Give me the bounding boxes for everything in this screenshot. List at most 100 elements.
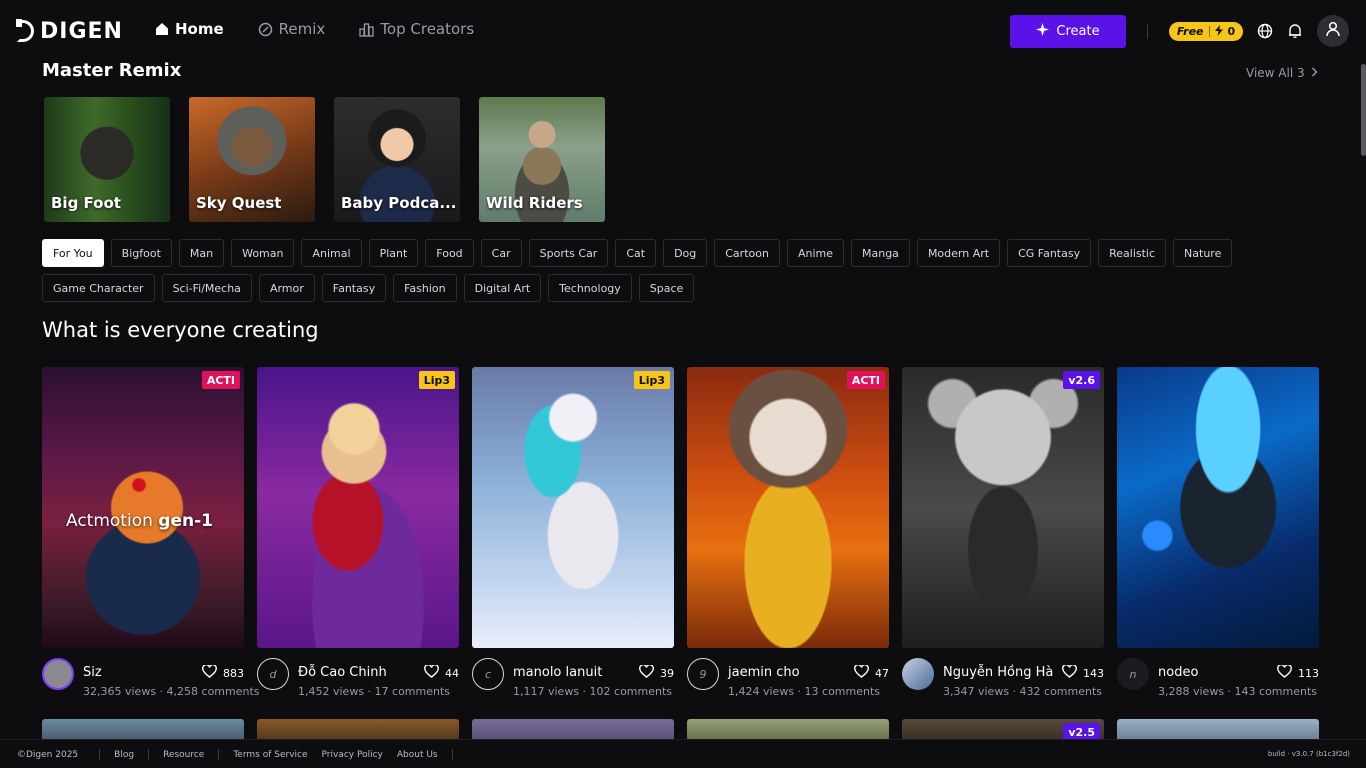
like-count: 143 [1083, 666, 1104, 680]
creator-name[interactable]: Nguyễn Hồng Hà [943, 665, 1053, 680]
chip-fashion[interactable]: Fashion [393, 274, 457, 302]
chip-animal[interactable]: Animal [301, 239, 362, 267]
chip-armor[interactable]: Armor [258, 274, 315, 302]
feed-card-thumbnail[interactable]: v2.6 [902, 367, 1104, 648]
chip-man[interactable]: Man [178, 239, 225, 267]
nav-remix[interactable]: Remix [258, 20, 325, 38]
card-stats: 1,117 views · 102 comments [513, 685, 673, 698]
chip-fantasy[interactable]: Fantasy [321, 274, 387, 302]
creator-name[interactable]: jaemin cho [728, 665, 800, 680]
user-avatar-button[interactable] [1317, 15, 1349, 47]
like-count: 883 [223, 666, 244, 680]
nav-home[interactable]: Home [154, 20, 224, 38]
chip-sci-fi-mecha[interactable]: Sci-Fi/Mecha [161, 274, 252, 302]
feed-card-thumbnail[interactable] [1117, 367, 1319, 648]
digen-logo[interactable]: DIGEN [16, 19, 123, 44]
chip-cat[interactable]: Cat [615, 239, 657, 267]
user-icon [1325, 21, 1341, 41]
like-button[interactable]: 143 [1062, 664, 1104, 681]
chip-game-character[interactable]: Game Character [42, 274, 155, 302]
top-bar: DIGEN Home Remix Top Creators Create Fre… [0, 0, 1366, 62]
feed-card-thumbnail[interactable]: ACTI Actmotion gen-1 [42, 367, 244, 648]
remix-card-label: Big Foot [51, 194, 121, 212]
globe-icon[interactable] [1256, 22, 1274, 40]
chip-woman[interactable]: Woman [231, 239, 295, 267]
card-stats: 3,347 views · 432 comments [943, 685, 1103, 698]
chip-space[interactable]: Space [638, 274, 695, 302]
bell-icon[interactable] [1286, 22, 1304, 40]
scrollbar-thumb[interactable] [1361, 64, 1366, 156]
footer-link-terms[interactable]: Terms of Service [226, 750, 314, 760]
chip-for-you[interactable]: For You [42, 239, 104, 267]
chip-sports-car[interactable]: Sports Car [528, 239, 609, 267]
feed-card-meta: d Đỗ Cao Chinh 1,452 views · 17 comments… [257, 648, 459, 706]
like-button[interactable]: 39 [639, 664, 674, 681]
footer-link-resource[interactable]: Resource [156, 750, 211, 760]
chip-plant[interactable]: Plant [368, 239, 419, 267]
view-all-label: View All 3 [1246, 66, 1305, 80]
footer-link-about[interactable]: About Us [390, 750, 445, 760]
footer-divider [148, 749, 150, 760]
view-all-link[interactable]: View All 3 [1246, 66, 1318, 80]
feed-card-thumbnail[interactable]: ACTI [687, 367, 889, 648]
chip-manga[interactable]: Manga [851, 239, 910, 267]
chip-car[interactable]: Car [480, 239, 522, 267]
remix-card-wild-riders[interactable]: Wild Riders [479, 97, 605, 222]
creator-avatar[interactable] [42, 658, 74, 690]
creator-name[interactable]: nodeo [1158, 665, 1198, 680]
create-button[interactable]: Create [1010, 15, 1126, 48]
chip-food[interactable]: Food [425, 239, 474, 267]
like-button[interactable]: 113 [1277, 664, 1319, 681]
chip-dog[interactable]: Dog [663, 239, 708, 267]
remix-icon [258, 22, 273, 37]
chip-cartoon[interactable]: Cartoon [714, 239, 780, 267]
remix-card-baby-podcast[interactable]: Baby Podca... [334, 97, 460, 222]
feed-card-meta: Nguyễn Hồng Hà 3,347 views · 432 comment… [902, 648, 1104, 706]
creator-name[interactable]: manolo lanuit [513, 665, 602, 680]
like-button[interactable]: 883 [202, 664, 244, 681]
creator-avatar[interactable]: 9 [687, 658, 719, 690]
like-button[interactable]: 44 [424, 664, 459, 681]
feed-card-thumbnail[interactable]: Lip3 [257, 367, 459, 648]
chip-realistic[interactable]: Realistic [1098, 239, 1167, 267]
creator-name[interactable]: Đỗ Cao Chinh [298, 665, 387, 680]
main-nav: Home Remix Top Creators [154, 20, 474, 38]
like-count: 39 [660, 666, 674, 680]
nav-top-creators[interactable]: Top Creators [359, 20, 474, 38]
lightning-icon [1214, 24, 1223, 39]
home-icon [154, 22, 169, 37]
footer-link-privacy[interactable]: Privacy Policy [315, 750, 390, 760]
like-button[interactable]: 47 [854, 664, 889, 681]
chip-cg-fantasy[interactable]: CG Fantasy [1007, 239, 1092, 267]
feed-card-meta: c manolo lanuit 1,117 views · 102 commen… [472, 648, 674, 706]
chip-anime[interactable]: Anime [786, 239, 844, 267]
remix-card-sky-quest[interactable]: Sky Quest [189, 97, 315, 222]
chip-digital-art[interactable]: Digital Art [463, 274, 542, 302]
feed-card: Lip3 c manolo lanuit 1,117 views · 102 c… [472, 367, 674, 706]
creator-avatar[interactable]: n [1117, 658, 1149, 690]
chip-bigfoot[interactable]: Bigfoot [110, 239, 172, 267]
chip-nature[interactable]: Nature [1173, 239, 1233, 267]
category-chips-row-1: For You Bigfoot Man Woman Animal Plant F… [42, 239, 1332, 267]
feed-card-meta: Siz 32,365 views · 4,258 comments 883 [42, 648, 260, 706]
feed-card-thumbnail[interactable]: Lip3 [472, 367, 674, 648]
like-count: 44 [445, 666, 459, 680]
footer-link-blog[interactable]: Blog [107, 750, 141, 760]
chip-technology[interactable]: Technology [548, 274, 632, 302]
thumbnail-caption: Actmotion gen-1 [66, 511, 213, 531]
remix-card-label: Sky Quest [196, 194, 282, 212]
chip-modern-art[interactable]: Modern Art [916, 239, 1001, 267]
remix-card-big-foot[interactable]: Big Foot [44, 97, 170, 222]
credit-separator [1208, 26, 1210, 37]
card-stats: 3,288 views · 143 comments [1158, 685, 1318, 698]
creator-avatar[interactable] [902, 658, 934, 690]
create-button-label: Create [1056, 24, 1100, 39]
creator-name[interactable]: Siz [83, 665, 102, 680]
credit-badge[interactable]: Free 0 [1169, 22, 1243, 41]
page-scrollbar[interactable] [1361, 62, 1366, 739]
creator-avatar[interactable]: d [257, 658, 289, 690]
like-count: 113 [1298, 666, 1319, 680]
remix-card-label: Baby Podca... [341, 194, 457, 212]
creator-avatar[interactable]: c [472, 658, 504, 690]
footer-divider [218, 749, 220, 760]
